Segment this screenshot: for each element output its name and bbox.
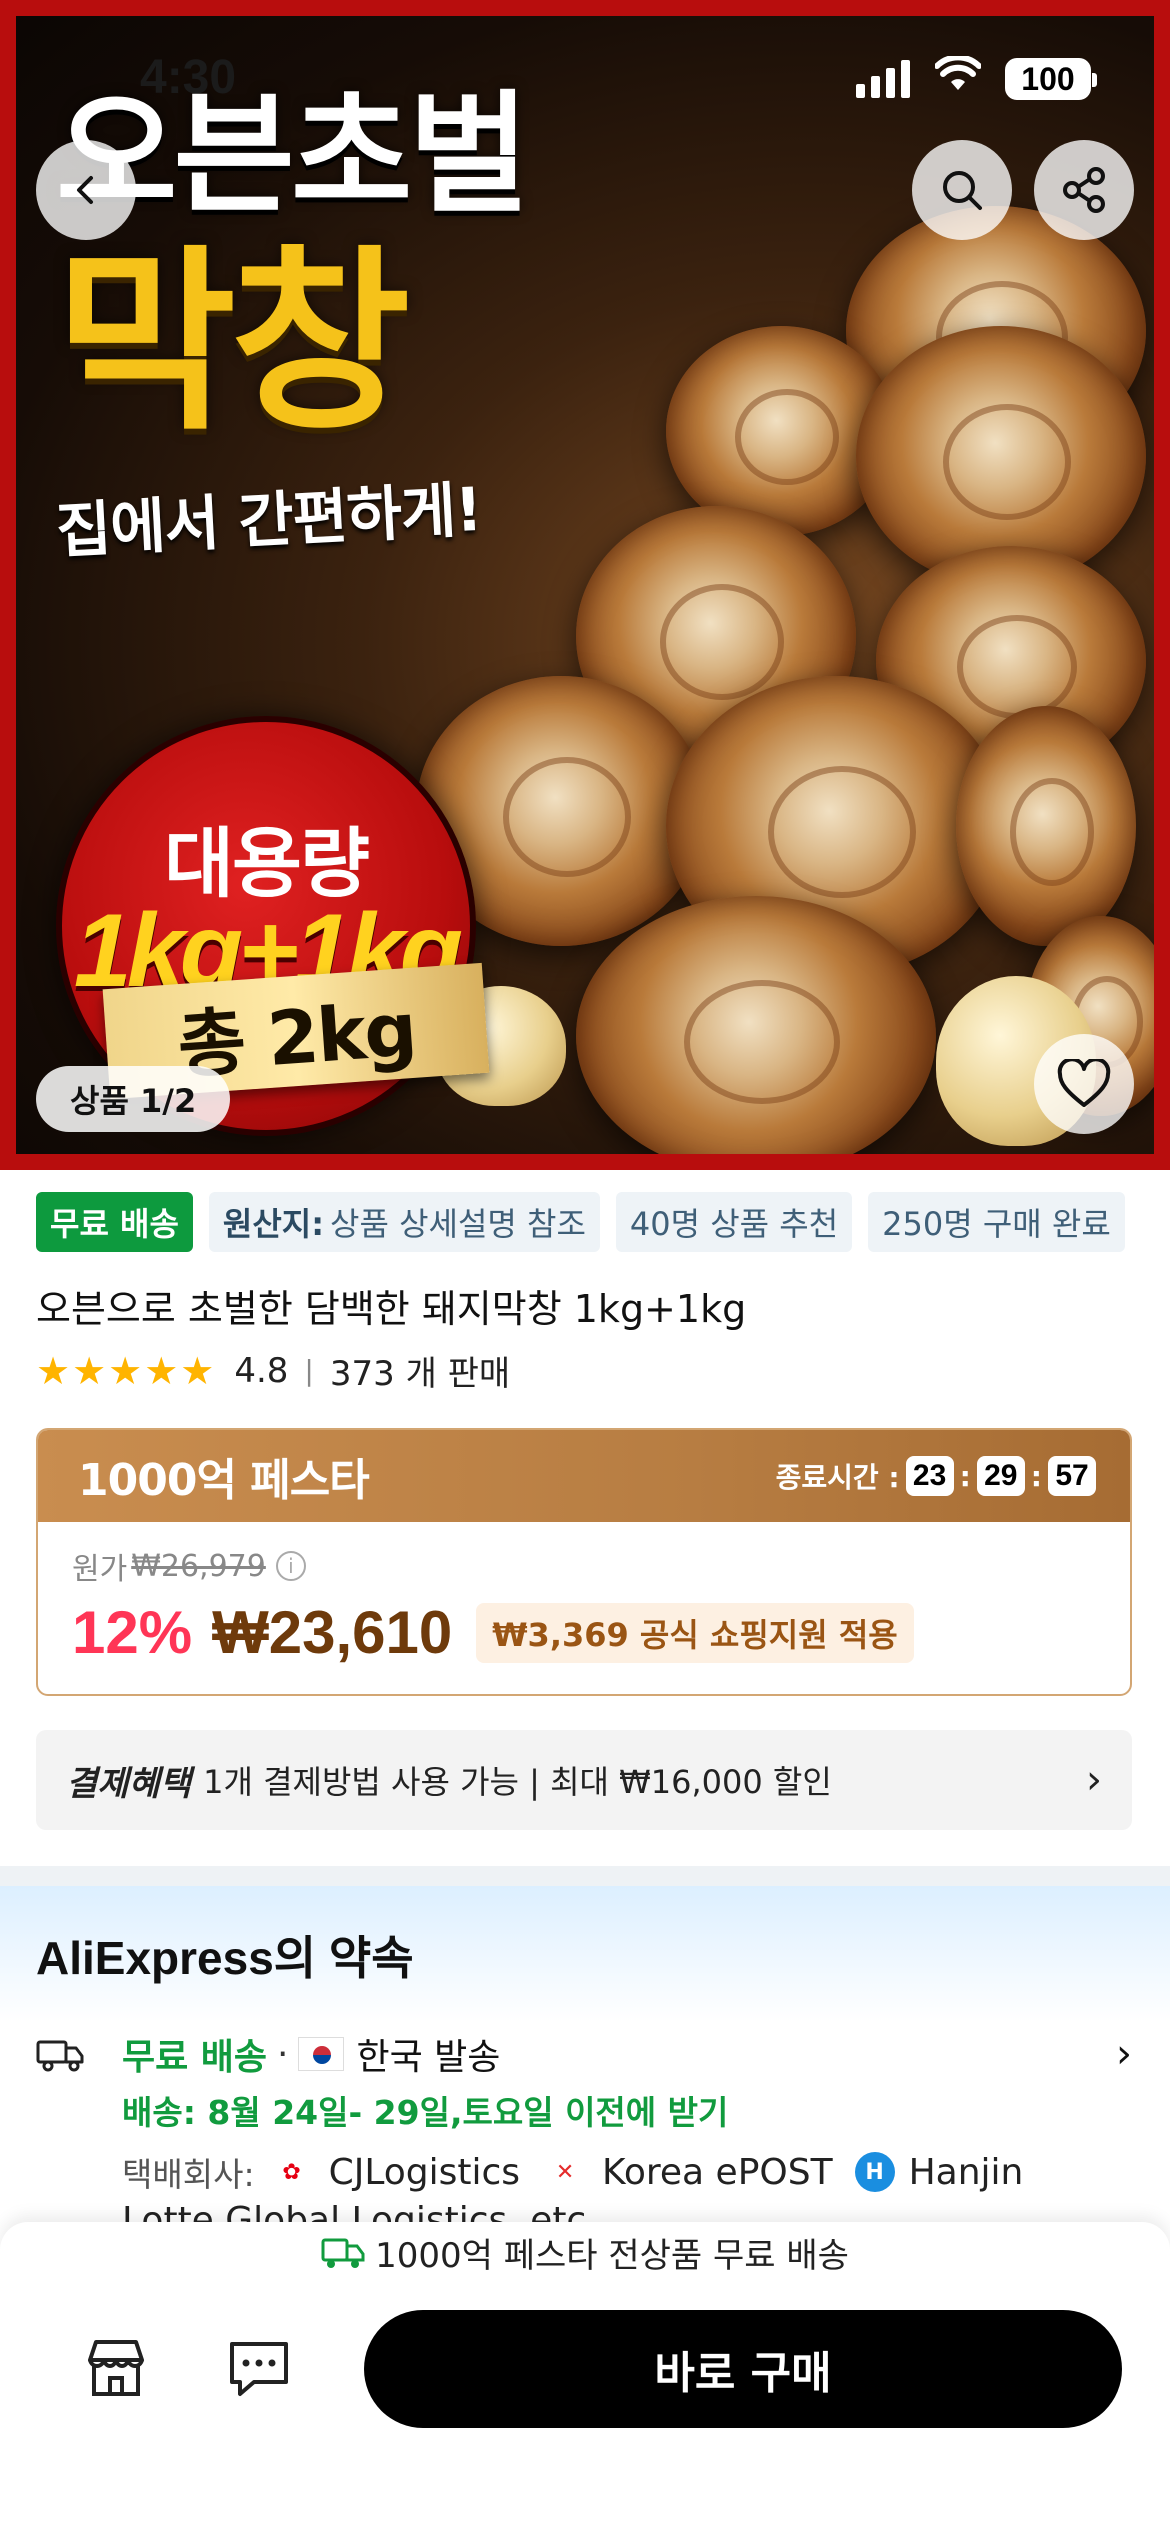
- ship-origin: 한국 발송: [356, 2037, 501, 2078]
- heart-icon: [1057, 1059, 1111, 1107]
- courier-list: 택배회사: ✿ CJLogistics ✕ Korea ePOST H Hanj…: [122, 2148, 1045, 2196]
- store-icon: [88, 2340, 144, 2396]
- product-tags: 무료 배송 원산지: 상품 상세설명 참조 40명 상품 추천 250명 구매 …: [36, 1192, 1125, 1252]
- courier-label: 택배회사:: [122, 2155, 255, 2194]
- product-image-carousel[interactable]: 오븐초벌 막창 집에서 간편하게! 대용량 1kg+1kg 총 2kg 4:30…: [0, 0, 1170, 1170]
- chevron-right-icon: ›: [1116, 2031, 1132, 2077]
- rating-value: 4.8: [234, 1350, 289, 1391]
- hanjin-logo-icon: H: [854, 2152, 895, 2192]
- courier-hanjin: Hanjin: [908, 2151, 1024, 2193]
- shopping-support-badge: ₩3,369 공식 쇼핑지원 적용: [476, 1602, 914, 1663]
- countdown-timer: 종료시간 : 23: 29: 57: [776, 1456, 1102, 1496]
- battery-icon: 100: [1005, 58, 1097, 100]
- search-icon: [943, 171, 982, 210]
- timer-hours: 23: [905, 1456, 954, 1496]
- headline-line-2: 막창: [56, 228, 411, 457]
- festa-price-card: 1000억 페스타 종료시간 : 23: 29: 57 원가 ₩26,979 i…: [36, 1428, 1132, 1696]
- sale-price: ₩23,610: [212, 1599, 453, 1666]
- original-price: ₩26,979: [131, 1548, 266, 1584]
- back-button[interactable]: [36, 140, 136, 240]
- signal-icon: [856, 60, 910, 98]
- separator: |: [304, 1354, 314, 1387]
- origin-value: 상품 상세설명 참조: [330, 1205, 586, 1243]
- search-button[interactable]: [912, 140, 1012, 240]
- banner-text: 1000억 페스타 전상품 무료 배송: [375, 2236, 849, 2276]
- discount-percent: 12%: [72, 1599, 193, 1666]
- courier-cj: CJLogistics: [328, 2151, 521, 2193]
- buy-now-button[interactable]: 바로 구매: [364, 2310, 1122, 2428]
- info-icon[interactable]: i: [275, 1551, 306, 1581]
- chevron-right-icon: ›: [1086, 1757, 1102, 1803]
- status-time: 4:30: [140, 51, 237, 104]
- promo-headline: 오븐초벌 막창 집에서 간편하게!: [54, 86, 736, 570]
- wishlist-button[interactable]: [1034, 1034, 1134, 1134]
- wifi-icon: [934, 54, 982, 100]
- chat-icon: [230, 2342, 288, 2396]
- star-rating-icon: ★★★★★: [36, 1348, 217, 1393]
- festa-title: 1000억 페스타: [78, 1455, 370, 1506]
- tag-purchased: 250명 구매 완료: [868, 1192, 1125, 1252]
- free-delivery-icon: [321, 2238, 365, 2268]
- image-page-indicator: 상품 1/2: [36, 1066, 231, 1132]
- delivery-estimate: 배송: 8월 24일- 29일,토요일 이전에 받기: [122, 2093, 729, 2132]
- status-bar: 4:30 100: [0, 0, 1170, 130]
- truck-icon: [36, 2040, 84, 2072]
- original-label: 원가: [72, 1552, 128, 1587]
- section-divider: [0, 1866, 1170, 1886]
- sold-count: 373 개 판매: [329, 1354, 511, 1394]
- origin-label: 원산지:: [222, 1205, 325, 1243]
- original-price-row: 원가 ₩26,979 i: [72, 1544, 1096, 1588]
- festa-free-shipping-banner: 1000억 페스타 전상품 무료 배송: [0, 2228, 1170, 2277]
- korea-flag-icon: [298, 2037, 345, 2071]
- tagline: 집에서 간편하게!: [54, 474, 484, 567]
- timer-minutes: 29: [976, 1456, 1025, 1496]
- shipping-row[interactable]: 무료 배송 · 한국 발송 ›: [36, 2028, 1132, 2080]
- timer-label: 종료시간 :: [775, 1461, 900, 1494]
- share-icon: [1063, 167, 1105, 213]
- promise-free-shipping: 무료 배송: [122, 2037, 268, 2078]
- epost-logo-icon: ✕: [555, 2159, 575, 2185]
- store-button[interactable]: [84, 2336, 148, 2400]
- price-row: 12% ₩23,610 ₩3,369 공식 쇼핑지원 적용: [72, 1598, 1096, 1667]
- battery-level: 100: [1021, 60, 1075, 97]
- tag-free-shipping: 무료 배송: [36, 1192, 193, 1252]
- payment-text: 1개 결제방법 사용 가능 | 최대 ₩16,000 할인: [203, 1763, 832, 1801]
- festa-header: 1000억 페스타 종료시간 : 23: 29: 57: [38, 1430, 1130, 1522]
- tag-recommend: 40명 상품 추천: [615, 1192, 853, 1252]
- chat-button[interactable]: [226, 2336, 292, 2400]
- back-icon: [77, 176, 93, 204]
- timer-seconds: 57: [1048, 1456, 1096, 1496]
- payment-benefits-row[interactable]: 결제혜택 1개 결제방법 사용 가능 | 최대 ₩16,000 할인 ›: [36, 1730, 1132, 1830]
- tag-origin: 원산지: 상품 상세설명 참조: [208, 1192, 600, 1252]
- dot-separator: ·: [277, 2033, 289, 2075]
- payment-label: 결제혜택: [66, 1763, 192, 1804]
- rating-row[interactable]: ★★★★★ 4.8 | 373 개 판매: [36, 1346, 510, 1395]
- share-button[interactable]: [1034, 140, 1134, 240]
- promise-title: AliExpress의 약속: [36, 1932, 414, 1984]
- cj-logo-icon: ✿: [282, 2159, 301, 2185]
- courier-epost: Korea ePOST: [602, 2151, 833, 2193]
- festa-body: 원가 ₩26,979 i 12% ₩23,610 ₩3,369 공식 쇼핑지원 …: [38, 1522, 1130, 1689]
- food-piece: [956, 706, 1136, 946]
- product-title: 오븐으로 초벌한 담백한 돼지막창 1kg+1kg: [36, 1287, 747, 1331]
